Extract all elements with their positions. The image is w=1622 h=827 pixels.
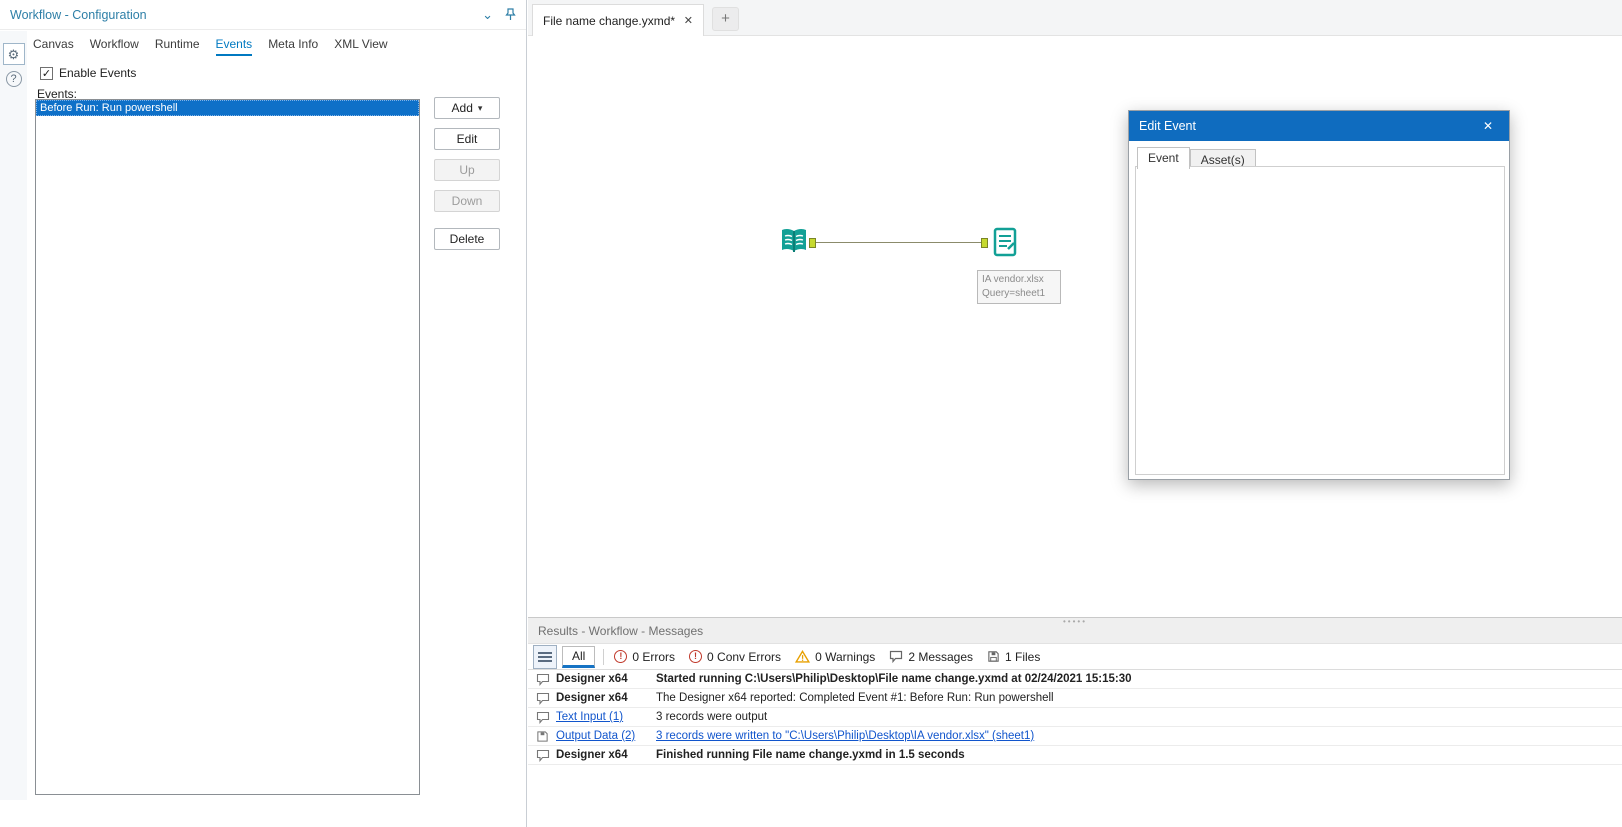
text-input-tool-icon <box>777 225 811 259</box>
filter-messages-label: 2 Messages <box>908 650 973 664</box>
help-icon[interactable]: ? <box>6 71 22 87</box>
tab-workflow[interactable]: Workflow <box>90 37 139 56</box>
chevron-down-icon: ▾ <box>478 103 483 114</box>
up-button[interactable]: Up <box>434 159 500 181</box>
enable-events-label: Enable Events <box>59 66 136 80</box>
annotation-line-1: IA vendor.xlsx <box>982 273 1056 287</box>
filter-files-button[interactable]: 1 Files <box>987 650 1040 664</box>
enable-events-checkbox[interactable]: ✓ <box>40 67 53 80</box>
filter-conv-errors-button[interactable]: ! 0 Conv Errors <box>689 650 781 664</box>
results-toolbar: All ! 0 Errors ! 0 Conv Errors 0 Warning… <box>528 644 1622 670</box>
message-text: Finished running File name change.yxmd i… <box>656 749 965 761</box>
configuration-header: Workflow - Configuration ⌄ <box>0 0 526 30</box>
message-source: Designer x64 <box>556 692 656 704</box>
filter-files-label: 1 Files <box>1005 650 1040 664</box>
message-row[interactable]: Designer x64 Finished running File name … <box>528 746 1622 765</box>
filter-errors-button[interactable]: ! 0 Errors <box>614 650 675 664</box>
tool-annotation[interactable]: IA vendor.xlsx Query=sheet1 <box>977 270 1061 304</box>
delete-button[interactable]: Delete <box>434 228 500 250</box>
workflow-configuration-panel: Workflow - Configuration ⌄ ⚙ ? Canvas Wo… <box>0 0 527 827</box>
tab-meta-info[interactable]: Meta Info <box>268 37 318 56</box>
tab-events[interactable]: Events <box>216 37 253 56</box>
connection-wire[interactable] <box>813 242 985 243</box>
tab-runtime[interactable]: Runtime <box>155 37 200 56</box>
message-list: Designer x64 Started running C:\Users\Ph… <box>528 670 1622 765</box>
gear-icon[interactable]: ⚙ <box>3 43 25 65</box>
file-icon <box>536 730 549 743</box>
message-text: 3 records were output <box>656 711 767 723</box>
message-bubble-icon <box>536 749 550 762</box>
event-list-item[interactable]: Before Run: Run powershell <box>36 100 419 116</box>
document-tab-active[interactable]: File name change.yxmd* ✕ <box>532 4 704 36</box>
message-source: Designer x64 <box>556 673 656 685</box>
results-panel: ••••• Results - Workflow - Messages All … <box>528 617 1622 827</box>
filter-warnings-button[interactable]: 0 Warnings <box>795 650 875 664</box>
configuration-tabs: Canvas Workflow Runtime Events Meta Info… <box>33 37 388 56</box>
text-input-tool[interactable] <box>777 225 811 259</box>
warning-icon <box>795 650 810 663</box>
filter-all-button[interactable]: All <box>562 646 595 668</box>
alteryx-designer-window: Workflow - Configuration ⌄ ⚙ ? Canvas Wo… <box>0 0 1622 827</box>
message-bubble-icon <box>889 650 903 663</box>
events-list[interactable]: Before Run: Run powershell <box>35 99 420 795</box>
document-tab-bar: File name change.yxmd* ✕ + <box>528 0 1622 36</box>
message-text-link[interactable]: 3 records were written to "C:\Users\Phil… <box>656 730 1034 742</box>
down-button-label: Down <box>452 194 483 208</box>
dialog-tab-assets[interactable]: Asset(s) <box>1190 149 1256 167</box>
dialog-content-frame <box>1135 166 1505 475</box>
message-bubble-icon <box>536 711 550 724</box>
message-source: Designer x64 <box>556 749 656 761</box>
enable-events-row: ✓ Enable Events <box>40 66 136 80</box>
down-button[interactable]: Down <box>434 190 500 212</box>
message-row[interactable]: Designer x64 The Designer x64 reported: … <box>528 689 1622 708</box>
annotation-line-2: Query=sheet1 <box>982 287 1056 301</box>
results-header[interactable]: ••••• Results - Workflow - Messages <box>528 618 1622 644</box>
dialog-title: Edit Event <box>1139 119 1196 133</box>
toolbar-divider <box>603 649 604 665</box>
splitter-handle[interactable]: ••••• <box>1063 618 1087 626</box>
pin-icon[interactable] <box>505 8 516 21</box>
close-icon[interactable]: ✕ <box>684 14 693 27</box>
configuration-title: Workflow - Configuration <box>10 8 147 22</box>
results-title: Results - Workflow - Messages <box>538 624 703 638</box>
chevron-down-icon[interactable]: ⌄ <box>482 8 493 21</box>
document-tab-label: File name change.yxmd* <box>543 14 675 28</box>
message-layout-icon[interactable] <box>533 645 557 669</box>
message-text: The Designer x64 reported: Completed Eve… <box>656 692 1054 704</box>
close-icon[interactable]: ✕ <box>1477 117 1499 135</box>
tab-xml-view[interactable]: XML View <box>334 37 387 56</box>
file-icon <box>987 650 1000 663</box>
output-data-tool[interactable] <box>988 225 1022 259</box>
message-bubble-icon <box>536 692 550 705</box>
output-data-tool-icon <box>988 225 1022 259</box>
add-button[interactable]: Add ▾ <box>434 97 500 119</box>
message-row[interactable]: Text Input (1) 3 records were output <box>528 708 1622 727</box>
input-anchor-icon[interactable] <box>981 238 988 248</box>
add-button-label: Add <box>452 101 473 115</box>
configuration-icon-strip: ⚙ ? <box>0 31 27 800</box>
new-tab-button[interactable]: + <box>712 7 739 31</box>
filter-errors-label: 0 Errors <box>632 650 675 664</box>
edit-event-dialog: Edit Event ✕ Event Asset(s) Run Event Wh… <box>1128 110 1510 480</box>
error-icon: ! <box>614 650 627 663</box>
edit-button-label: Edit <box>457 132 478 146</box>
filter-warnings-label: 0 Warnings <box>815 650 875 664</box>
message-text: Started running C:\Users\Philip\Desktop\… <box>656 673 1132 685</box>
up-button-label: Up <box>459 163 474 177</box>
message-bubble-icon <box>536 673 550 686</box>
filter-conv-errors-label: 0 Conv Errors <box>707 650 781 664</box>
conv-error-icon: ! <box>689 650 702 663</box>
message-row[interactable]: Output Data (2) 3 records were written t… <box>528 727 1622 746</box>
edit-button[interactable]: Edit <box>434 128 500 150</box>
message-source-link[interactable]: Text Input (1) <box>556 711 656 723</box>
dialog-titlebar[interactable]: Edit Event ✕ <box>1129 111 1509 141</box>
message-source-link[interactable]: Output Data (2) <box>556 730 656 742</box>
pin-icon-glyph <box>505 8 516 21</box>
message-row[interactable]: Designer x64 Started running C:\Users\Ph… <box>528 670 1622 689</box>
delete-button-label: Delete <box>450 232 485 246</box>
filter-messages-button[interactable]: 2 Messages <box>889 650 973 664</box>
tab-canvas[interactable]: Canvas <box>33 37 74 56</box>
dialog-tab-event[interactable]: Event <box>1137 147 1190 169</box>
